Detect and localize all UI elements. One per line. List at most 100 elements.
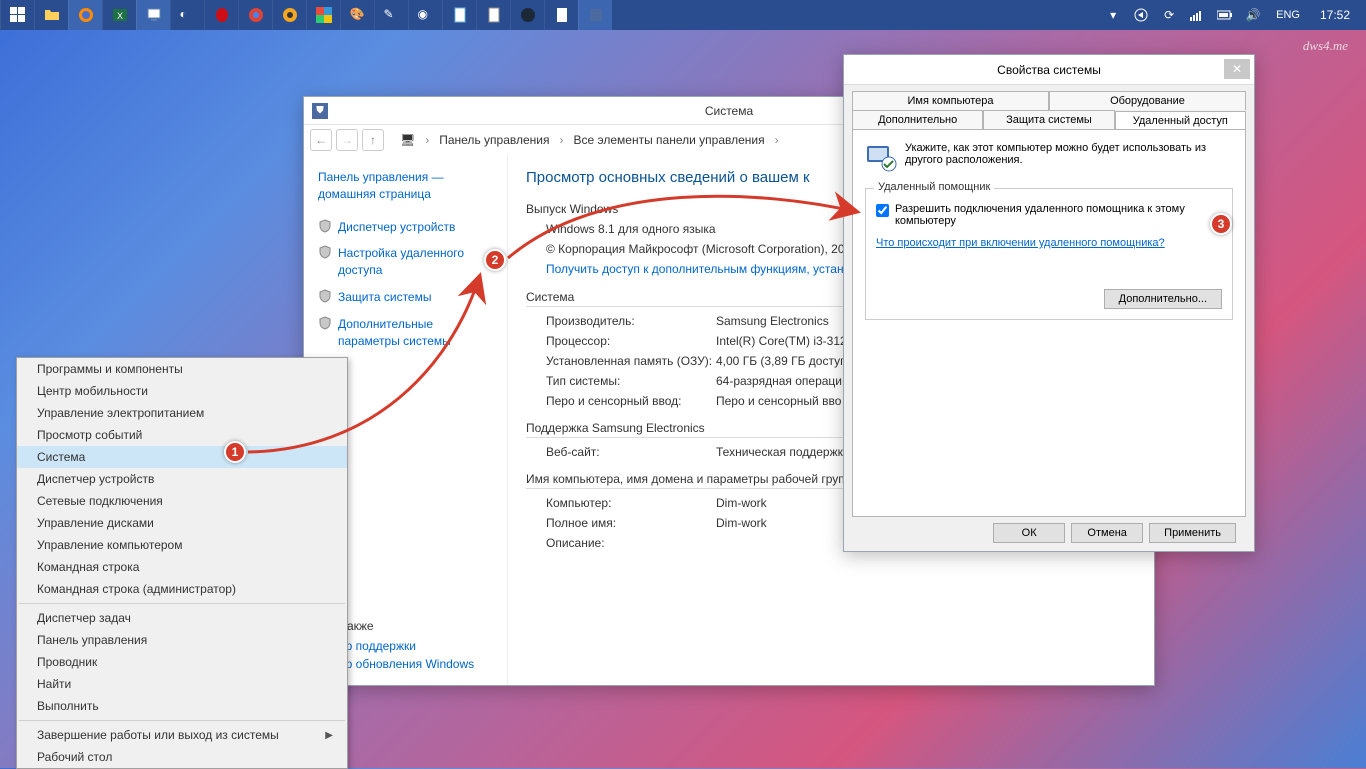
remote-assistant-group: Удаленный помощник Разрешить подключения…	[865, 188, 1233, 320]
ctx-item[interactable]: Рабочий стол	[17, 746, 347, 768]
tab-content: Укажите, как этот компьютер можно будет …	[852, 129, 1246, 517]
dialog-title: Свойства системы	[997, 63, 1101, 77]
excel-icon: X	[112, 7, 128, 23]
aimp-icon	[282, 7, 298, 23]
taskbar-app-excel[interactable]: X	[102, 0, 136, 30]
taskbar-app-firefox[interactable]	[68, 0, 102, 30]
tab-advanced[interactable]: Дополнительно	[852, 110, 983, 129]
tray-dropdown-icon[interactable]: ▾	[1102, 0, 1124, 30]
ctx-item[interactable]: Центр мобильности	[17, 380, 347, 402]
firefox-icon	[78, 7, 94, 23]
sidebar-link-device-manager[interactable]: Диспетчер устройств	[318, 219, 497, 236]
taskbar-app-steam[interactable]	[510, 0, 544, 30]
ctx-item[interactable]: Диспетчер задач	[17, 607, 347, 629]
shield-icon	[318, 289, 332, 303]
taskbar-app-aimp[interactable]	[272, 0, 306, 30]
taskbar-app-notepad[interactable]	[442, 0, 476, 30]
ok-button[interactable]: ОК	[993, 523, 1065, 543]
ctx-item[interactable]: Диспетчер устройств	[17, 468, 347, 490]
taskbar-app-9[interactable]	[306, 0, 340, 30]
remote-hint: Укажите, как этот компьютер можно будет …	[905, 142, 1233, 174]
taskbar-app-chrome[interactable]	[238, 0, 272, 30]
ctx-item[interactable]: Выполнить	[17, 695, 347, 717]
tray-av-icon[interactable]	[1130, 0, 1152, 30]
ctx-item[interactable]: Управление дисками	[17, 512, 347, 534]
tab-hardware[interactable]: Оборудование	[1049, 91, 1246, 110]
ctx-item[interactable]: Найти	[17, 673, 347, 695]
sidebar-link-protection[interactable]: Защита системы	[318, 289, 497, 306]
up-button[interactable]: ↑	[362, 129, 384, 151]
ctx-item[interactable]: Управление компьютером	[17, 534, 347, 556]
doc-icon	[486, 7, 502, 23]
annotation-badge-2: 2	[484, 249, 506, 271]
breadcrumb[interactable]: 🖥 › Панель управления › Все элементы пан…	[396, 131, 783, 149]
tab-computer-name[interactable]: Имя компьютера	[852, 91, 1049, 110]
ctx-item[interactable]: Программы и компоненты	[17, 358, 347, 380]
circle-icon: ◐	[180, 7, 196, 23]
taskbar-app-11[interactable]: ✎	[374, 0, 408, 30]
group-legend: Удаленный помощник	[874, 181, 994, 193]
start-button[interactable]	[0, 0, 34, 30]
pencil-icon: ✎	[384, 7, 400, 23]
advanced-button[interactable]: Дополнительно...	[1104, 289, 1222, 309]
remote-help-link[interactable]: Что происходит при включении удаленного …	[876, 237, 1222, 249]
back-button[interactable]: ←	[310, 129, 332, 151]
taskbar-app-14[interactable]	[476, 0, 510, 30]
shield-icon	[318, 219, 332, 233]
taskbar-app-16[interactable]	[544, 0, 578, 30]
ctx-item[interactable]: Проводник	[17, 651, 347, 673]
tray-sound-icon[interactable]: 🔊	[1242, 0, 1264, 30]
watermark: dws4.me	[1303, 38, 1348, 54]
close-button[interactable]: ✕	[1224, 59, 1250, 79]
tray-sync-icon[interactable]: ⟳	[1158, 0, 1180, 30]
page-icon	[554, 7, 570, 23]
ctx-item[interactable]: Панель управления	[17, 629, 347, 651]
windows-icon	[10, 7, 26, 23]
gimp-icon: ◉	[418, 7, 434, 23]
dialog-titlebar[interactable]: Свойства системы ✕	[844, 55, 1254, 85]
tab-protection[interactable]: Защита системы	[983, 110, 1114, 129]
breadcrumb-0[interactable]: Панель управления	[435, 131, 553, 149]
sidebar-home-link[interactable]: Панель управления — домашняя страница	[318, 169, 497, 203]
forward-button[interactable]: →	[336, 129, 358, 151]
taskbar-left: X ◐ 🎨 ✎ ◉	[0, 0, 612, 30]
ctx-item[interactable]: Командная строка (администратор)	[17, 578, 347, 600]
tray-language[interactable]: ENG	[1270, 0, 1306, 30]
ctx-item[interactable]: Управление электропитанием	[17, 402, 347, 424]
sidebar-link-remote[interactable]: Настройка удаленного доступа	[318, 245, 497, 279]
taskbar-app-5[interactable]: ◐	[170, 0, 204, 30]
ctx-item-shutdown[interactable]: Завершение работы или выход из системы▶	[17, 724, 347, 746]
notepad-icon	[452, 7, 468, 23]
palette-icon: 🎨	[350, 7, 366, 23]
taskbar-app-10[interactable]: 🎨	[340, 0, 374, 30]
swatch-icon	[316, 7, 332, 23]
tray-clock[interactable]: 17:52	[1312, 0, 1358, 30]
allow-remote-checkbox[interactable]	[876, 204, 889, 217]
shield-icon	[318, 245, 332, 259]
settings-icon	[588, 7, 604, 23]
ctx-item-system[interactable]: Система	[17, 446, 347, 468]
winx-context-menu: Программы и компоненты Центр мобильности…	[16, 357, 348, 769]
taskbar-app-gimp[interactable]: ◉	[408, 0, 442, 30]
system-window-title: Система	[705, 104, 753, 118]
ctx-item[interactable]: Командная строка	[17, 556, 347, 578]
taskbar-right: ▾ ⟳ 🔊 ENG 17:52	[1102, 0, 1366, 30]
cancel-button[interactable]: Отмена	[1071, 523, 1143, 543]
tab-remote[interactable]: Удаленный доступ	[1115, 111, 1246, 130]
ctx-item[interactable]: Сетевые подключения	[17, 490, 347, 512]
tray-wifi-icon[interactable]	[1186, 0, 1208, 30]
tray-battery-icon[interactable]	[1214, 0, 1236, 30]
annotation-badge-3: 3	[1210, 213, 1232, 235]
taskbar-app-explorer[interactable]	[34, 0, 68, 30]
steam-icon	[520, 7, 536, 23]
ctx-item[interactable]: Просмотр событий	[17, 424, 347, 446]
taskbar-app-opera[interactable]	[204, 0, 238, 30]
breadcrumb-1[interactable]: Все элементы панели управления	[569, 131, 768, 149]
apply-button[interactable]: Применить	[1149, 523, 1236, 543]
folder-icon	[44, 7, 60, 23]
chrome-icon	[248, 7, 264, 23]
taskbar-app-computer[interactable]	[136, 0, 170, 30]
sidebar-link-advanced[interactable]: Дополнительные параметры системы	[318, 316, 497, 350]
taskbar-app-settings[interactable]	[578, 0, 612, 30]
system-properties-dialog: Свойства системы ✕ Имя компьютера Оборуд…	[843, 54, 1255, 552]
